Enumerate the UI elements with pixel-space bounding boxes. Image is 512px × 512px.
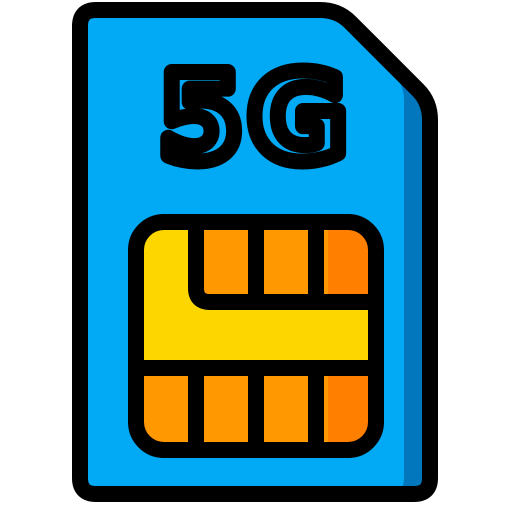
sim-card-icon: 5G	[72, 2, 438, 502]
label-5g: 5G	[159, 50, 353, 189]
sim-card-icon-canvas: 5G	[0, 0, 512, 512]
